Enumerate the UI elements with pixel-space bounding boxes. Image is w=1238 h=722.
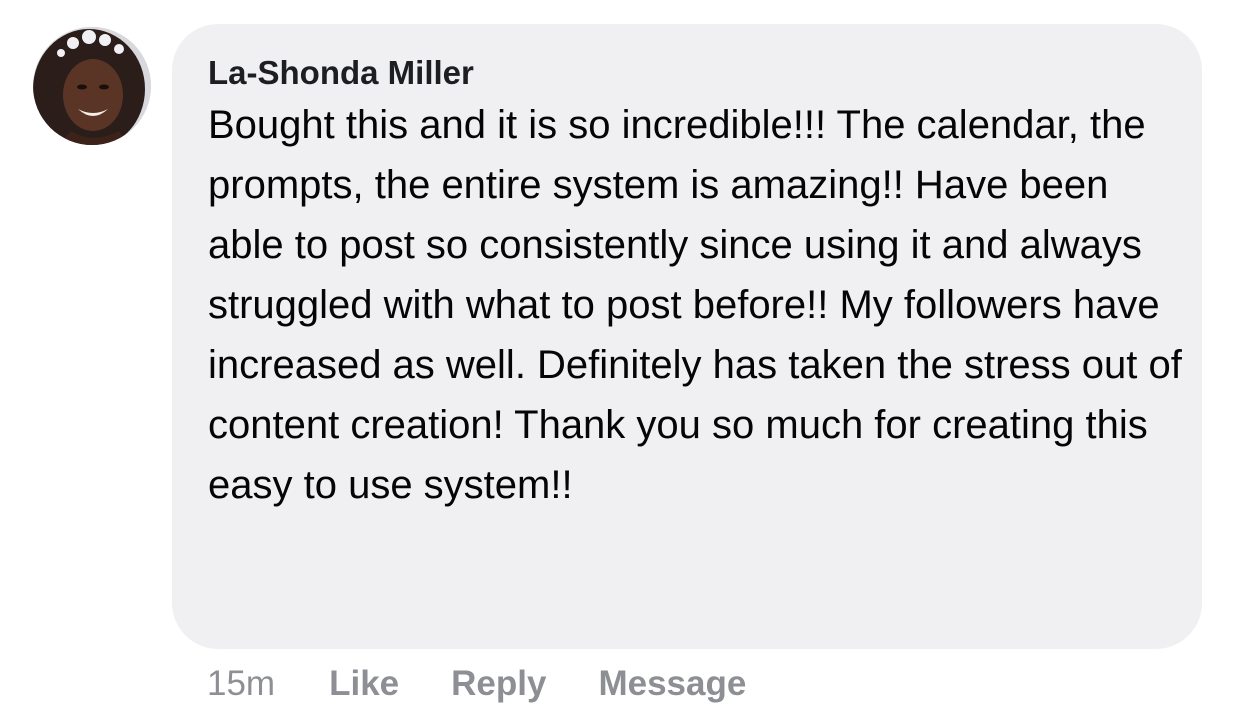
- comment-bubble: La-Shonda Miller Bought this and it is s…: [172, 24, 1202, 649]
- avatar[interactable]: [33, 27, 151, 145]
- reply-button[interactable]: Reply: [451, 664, 546, 704]
- avatar-photo-icon: [33, 27, 151, 145]
- comment-body-text: Bought this and it is so incredible!!! T…: [208, 103, 1182, 507]
- comment-actions: 15m Like Reply Message: [207, 662, 798, 706]
- comment-row: La-Shonda Miller Bought this and it is s…: [0, 0, 1238, 722]
- comment-timestamp[interactable]: 15m: [207, 664, 275, 704]
- message-button[interactable]: Message: [598, 664, 746, 704]
- like-button[interactable]: Like: [329, 664, 399, 704]
- comment-author-name[interactable]: La-Shonda Miller: [208, 53, 1166, 93]
